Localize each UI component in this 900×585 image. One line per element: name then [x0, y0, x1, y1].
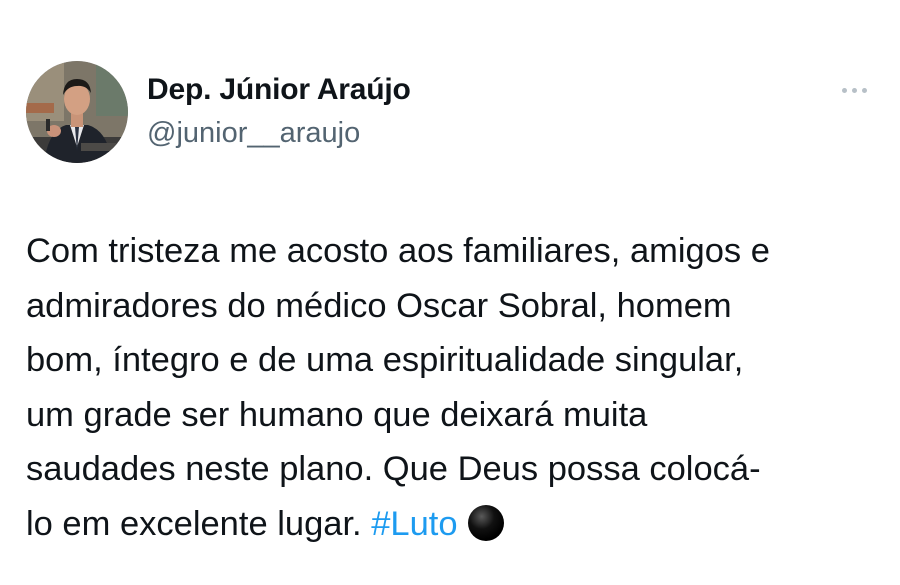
post-text: Com tristeza me acosto aos familiares, a… — [26, 224, 886, 552]
more-options-button[interactable] — [832, 78, 876, 102]
author-display-name[interactable]: Dep. Júnior Araújo — [147, 72, 411, 108]
post-line: lo em excelente lugar. — [26, 504, 362, 543]
avatar[interactable] — [26, 61, 128, 163]
black-circle-icon — [467, 504, 504, 541]
post-line: um grade ser humano que deixará muita — [26, 395, 648, 434]
post-line: saudades neste plano. Que Deus possa col… — [26, 450, 761, 489]
post-line: Com tristeza me acosto aos familiares, a… — [26, 232, 770, 270]
avatar-photo — [26, 61, 128, 163]
hashtag-link[interactable]: #Luto — [371, 505, 457, 543]
post-line: admiradores do médico Oscar Sobral, home… — [26, 286, 732, 325]
more-horizontal-icon — [861, 87, 867, 93]
post-line: bom, íntegro e de uma espiritualidade si… — [26, 341, 744, 380]
tweet-card: Dep. Júnior Araújo @junior__araujo Com t… — [0, 0, 900, 585]
post-last-line: lo em excelente lugar. #Luto — [26, 497, 886, 552]
more-horizontal-icon — [841, 87, 847, 93]
author-handle[interactable]: @junior__araujo — [147, 116, 360, 150]
more-horizontal-icon — [851, 87, 857, 93]
